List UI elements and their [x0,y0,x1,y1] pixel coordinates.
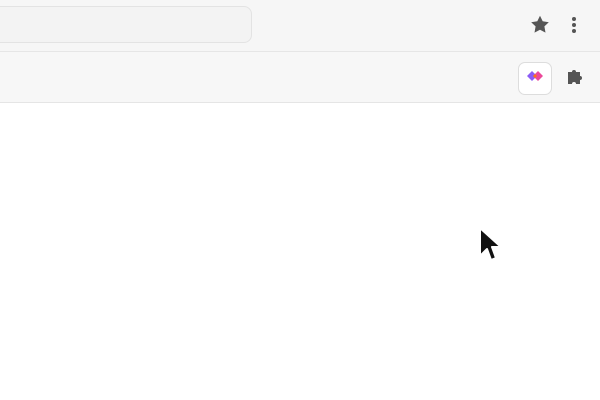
extensions-toolbar [0,52,600,103]
puzzle-icon[interactable] [564,66,584,90]
star-icon[interactable] [528,13,552,37]
browser-window [0,0,600,400]
colorful-heart-extension-icon [523,67,547,90]
page-content [0,104,600,400]
extension-button[interactable] [518,62,552,95]
more-vertical-icon[interactable] [563,13,585,37]
mouse-cursor-icon [478,227,502,263]
browser-toolbar [0,0,600,52]
address-bar[interactable] [0,6,252,43]
